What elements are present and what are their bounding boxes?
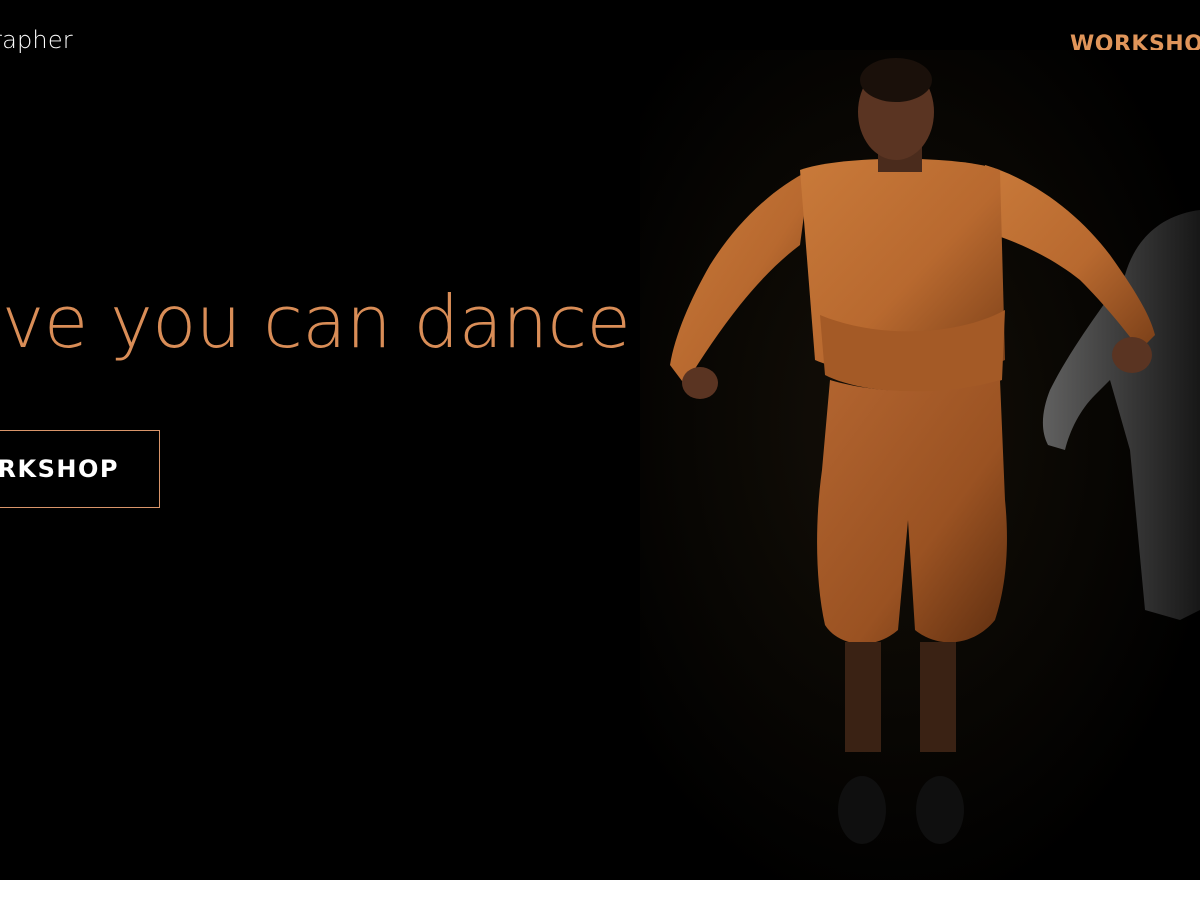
hero-section: rapher WORKSHO eve you can dance. RKSHOP [0, 0, 1200, 880]
workshop-cta-button[interactable]: RKSHOP [0, 430, 160, 508]
page-bottom-strip [0, 880, 1200, 900]
dancer-photo [640, 50, 1200, 880]
hero-headline: eve you can dance. [0, 280, 653, 364]
site-brand-name[interactable]: rapher [0, 26, 73, 54]
